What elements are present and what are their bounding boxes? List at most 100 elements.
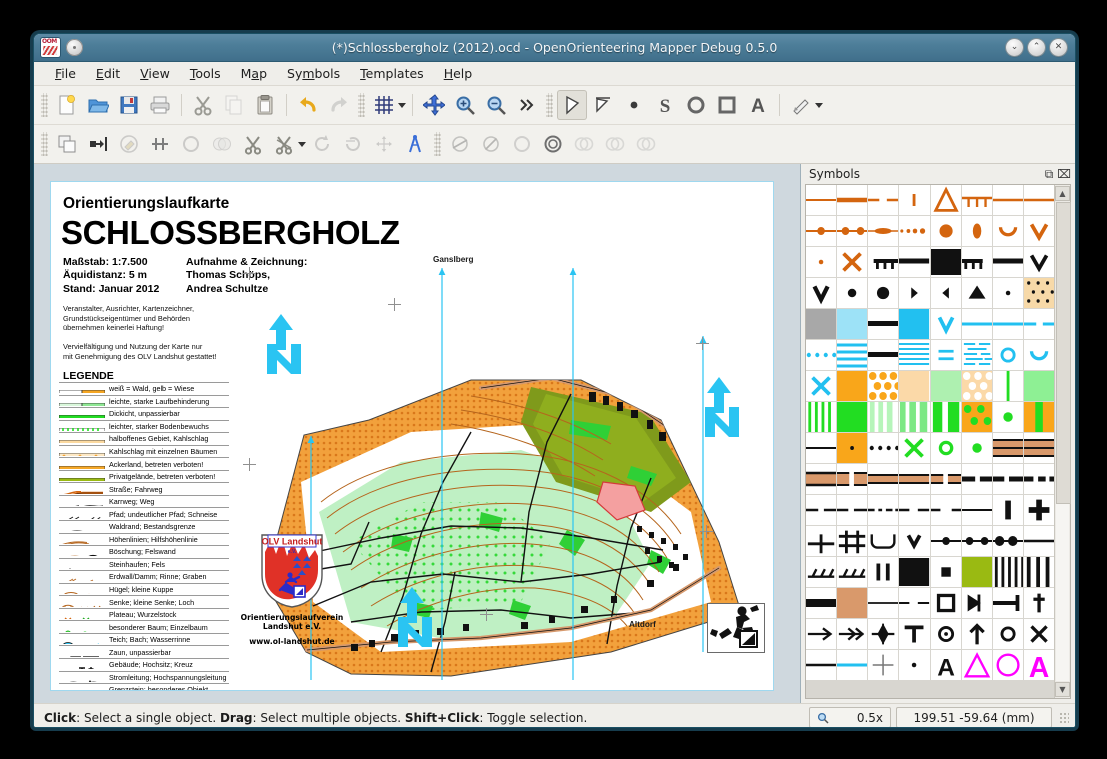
draw-freehand-button[interactable]	[786, 90, 816, 120]
copy-button[interactable]	[219, 90, 249, 120]
maximize-button[interactable]: ⌃	[1028, 39, 1045, 56]
symbol-cell-orange-green-bar[interactable]	[1023, 402, 1054, 432]
symbol-cell-dot-tiny[interactable]	[899, 650, 930, 680]
symbol-cell-grey-fill[interactable]	[806, 309, 837, 339]
symbol-cell-black-thick-bar[interactable]	[806, 588, 837, 618]
symbol-cell-green-cross[interactable]	[899, 433, 930, 463]
cut-button[interactable]	[188, 90, 218, 120]
symbol-cell-line-dash-orange[interactable]	[868, 185, 899, 215]
rotate-object-button[interactable]	[307, 129, 337, 159]
symbol-cell-arrow-bar[interactable]	[992, 588, 1023, 618]
symbol-cell-pale-orange-fill[interactable]	[899, 371, 930, 401]
symbol-cell-magenta-triangle[interactable]	[961, 650, 992, 680]
symbol-cell-arrow-right[interactable]	[806, 619, 837, 649]
symbol-cell-green-gradient[interactable]	[899, 402, 930, 432]
symbol-cell-thin-line[interactable]	[868, 588, 899, 618]
scroll-thumb[interactable]	[1056, 202, 1071, 504]
symbol-cell-cyan-equals[interactable]	[930, 340, 961, 370]
symbol-cell-green-dot[interactable]	[992, 402, 1023, 432]
toolbar-grip-2[interactable]	[358, 93, 365, 117]
symbol-cell-black-dash-heavy[interactable]	[961, 464, 992, 494]
symbol-cell-vee-black[interactable]	[1023, 247, 1054, 277]
symbol-cell-cross-orange[interactable]	[837, 247, 868, 277]
symbol-cell-brown-line-black[interactable]	[899, 464, 930, 494]
symbol-cell-pale-green-gradient[interactable]	[868, 402, 899, 432]
symbol-cell-black-dash-line-2[interactable]	[837, 495, 868, 525]
symbol-cell-dot-large-orange[interactable]	[930, 216, 961, 246]
draw-point-button[interactable]	[619, 90, 649, 120]
symbol-cell-vertical-bars-2[interactable]	[1023, 557, 1054, 587]
symbol-cell-vee-orange[interactable]	[1023, 216, 1054, 246]
boolean-unify-button[interactable]	[176, 129, 206, 159]
symbol-cell-arrow-double[interactable]	[837, 619, 868, 649]
symbol-cell-line-plain-orange-2[interactable]	[1023, 185, 1054, 215]
symbol-cell-plus-thin[interactable]	[868, 650, 899, 680]
symbol-cell-magenta-a[interactable]: A	[1023, 650, 1054, 680]
draw-rectangle-button[interactable]	[712, 90, 742, 120]
symbol-cell-brown-gap-line[interactable]	[930, 464, 961, 494]
measure-button[interactable]	[400, 129, 430, 159]
symbol-cell-black-band-white-2[interactable]	[868, 340, 899, 370]
float-panel-button[interactable]: ⧉	[1043, 167, 1055, 181]
paste-button[interactable]	[250, 90, 280, 120]
symbol-cell-green-circle[interactable]	[930, 433, 961, 463]
symbol-cell-line-tagged-orange[interactable]	[961, 185, 992, 215]
undo-button[interactable]	[293, 90, 323, 120]
map-canvas[interactable]: Orientierungslaufkarte SCHLOSSBERGHOLZ M…	[50, 181, 774, 691]
toolbar-overflow-button[interactable]	[512, 90, 542, 120]
symbol-cell-block-black[interactable]	[930, 247, 961, 277]
symbol-cell-line-spindle-orange[interactable]	[868, 216, 899, 246]
symbol-cell-line-thin-orange[interactable]	[806, 185, 837, 215]
symbol-cell-black-dash-sparse-2[interactable]	[930, 495, 961, 525]
symbol-cell-small-dot-black[interactable]	[992, 278, 1023, 308]
symbol-cell-black-plus[interactable]	[1023, 495, 1054, 525]
symbol-cell-cyan-cross[interactable]	[806, 371, 837, 401]
symbol-cell-pale-orange-dots[interactable]	[961, 371, 992, 401]
symbol-cell-brown-band-lines-2[interactable]	[1023, 433, 1054, 463]
symbol-cell-cyan-line-2[interactable]	[992, 309, 1023, 339]
symbol-cell-orange-dot-pattern[interactable]	[868, 371, 899, 401]
minimize-button[interactable]: ⌄	[1006, 39, 1023, 56]
scroll-up-arrow[interactable]: ▲	[1055, 186, 1070, 201]
grid-dropdown-caret[interactable]	[398, 102, 406, 108]
symbol-grid[interactable]: AA	[806, 185, 1054, 698]
symbol-cell-orange-fill[interactable]	[837, 371, 868, 401]
switch-part-button[interactable]	[83, 129, 113, 159]
duplicate-button[interactable]	[52, 129, 82, 159]
menu-edit[interactable]: Edit	[87, 63, 129, 84]
symbol-cell-line-tick-orange[interactable]	[899, 185, 930, 215]
print-button[interactable]	[145, 90, 175, 120]
symbol-cell-cyan-circle[interactable]	[992, 340, 1023, 370]
symbol-cell-bracket-curve[interactable]	[868, 526, 899, 556]
symbol-cell-cyan-stripes[interactable]	[837, 340, 868, 370]
symbol-cell-triangle-right-black[interactable]	[899, 278, 930, 308]
symbol-cell-pale-blue-fill[interactable]	[837, 309, 868, 339]
redo-button[interactable]	[324, 90, 354, 120]
symbol-cell-green-vertical-line[interactable]	[992, 371, 1023, 401]
symbol-cell-dotted-tan-fill[interactable]	[1023, 278, 1054, 308]
symbol-cell-pale-green-fill[interactable]	[930, 371, 961, 401]
close-panel-button[interactable]: ⌧	[1057, 167, 1071, 181]
menu-symbols[interactable]: Symbols	[278, 63, 349, 84]
convert-to-curves-button[interactable]	[538, 129, 568, 159]
pan-button[interactable]	[419, 90, 449, 120]
symbol-cell-cyan-stripes-2[interactable]	[899, 340, 930, 370]
symbol-cell-line-thick-orange[interactable]	[837, 185, 868, 215]
symbol-cell-line-thick-black[interactable]	[992, 247, 1023, 277]
symbol-cell-arrow-up[interactable]	[961, 619, 992, 649]
symbol-cell-line-plain-orange[interactable]	[992, 185, 1023, 215]
symbol-cell-black-dashdot[interactable]	[868, 495, 899, 525]
symbol-cell-vee-cyan[interactable]	[930, 309, 961, 339]
symbol-cell-letter-a-black[interactable]: A	[930, 650, 961, 680]
boolean-merge-holes-button[interactable]	[507, 129, 537, 159]
edit-tool-button[interactable]	[557, 90, 587, 120]
cut-hole-button[interactable]	[269, 129, 299, 159]
symbol-cell-black-thin-line[interactable]	[806, 433, 837, 463]
symbol-cell-vee-black-2[interactable]	[806, 278, 837, 308]
symbol-cell-magenta-circle[interactable]	[992, 650, 1023, 680]
cut-hole-dropdown-caret[interactable]	[298, 141, 306, 147]
symbol-cell-cyan-arc[interactable]	[1023, 340, 1054, 370]
symbol-cell-ellipse-orange[interactable]	[961, 216, 992, 246]
symbol-cell-line-fence-black[interactable]	[868, 247, 899, 277]
new-map-button[interactable]	[52, 90, 82, 120]
